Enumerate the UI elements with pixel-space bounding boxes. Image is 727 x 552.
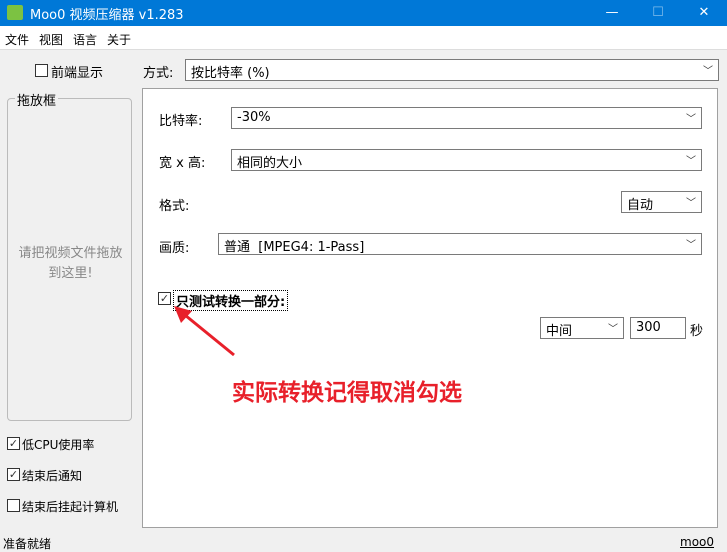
app-logo-icon <box>7 5 23 20</box>
notify-checkbox[interactable]: ✓ <box>7 468 20 481</box>
mode-value: 按比特率 (%) <box>191 66 270 81</box>
drop-hint: 请把视频文件拖放到这里! <box>18 246 123 281</box>
test-position-value: 中间 <box>546 324 573 339</box>
chevron-down-icon: ﹀ <box>686 156 696 167</box>
test-partial-checkbox[interactable]: ✓ <box>158 292 171 305</box>
bitrate-label: 比特率: <box>159 114 203 129</box>
moo0-link[interactable]: moo0 <box>680 535 714 549</box>
mode-select[interactable]: 按比特率 (%) ﹀ <box>185 59 719 81</box>
quality-value: 普通 [MPEG4: 1-Pass] <box>224 240 365 255</box>
drop-box[interactable]: 拖放框 请把视频文件拖放到这里! <box>7 90 132 421</box>
test-seconds-input[interactable]: 300 <box>630 317 686 339</box>
chevron-down-icon: ﹀ <box>608 324 618 335</box>
menu-view[interactable]: 视图 <box>39 31 63 48</box>
format-label: 格式: <box>159 199 190 214</box>
menu-language[interactable]: 语言 <box>73 31 97 48</box>
low-cpu-checkbox[interactable]: ✓ <box>7 437 20 450</box>
menu-file[interactable]: 文件 <box>5 31 29 48</box>
menu-bar: 文件 视图 语言 关于 <box>0 26 727 50</box>
size-value: 相同的大小 <box>237 156 303 171</box>
size-select[interactable]: 相同的大小 ﹀ <box>231 149 702 171</box>
chevron-down-icon: ﹀ <box>703 66 713 77</box>
quality-select[interactable]: 普通 [MPEG4: 1-Pass] ﹀ <box>218 233 702 255</box>
notify-label: 结束后通知 <box>22 469 83 483</box>
front-display-checkbox[interactable] <box>35 64 48 77</box>
suspend-checkbox[interactable] <box>7 499 20 512</box>
size-label: 宽 x 高: <box>159 156 206 171</box>
quality-label: 画质: <box>159 241 190 256</box>
title-bar: Moo0 视频压缩器 v1.283 — ☐ ✕ <box>0 0 727 26</box>
status-text: 准备就绪 <box>3 537 52 551</box>
low-cpu-label: 低CPU使用率 <box>22 438 95 452</box>
format-value: 自动 <box>627 198 654 213</box>
menu-about[interactable]: 关于 <box>107 31 131 48</box>
minimize-button[interactable]: — <box>589 0 635 26</box>
chevron-down-icon: ﹀ <box>686 114 696 125</box>
annotation-text: 实际转换记得取消勾选 <box>232 380 462 406</box>
suspend-label: 结束后挂起计算机 <box>22 500 119 514</box>
front-display-label: 前端显示 <box>51 66 104 81</box>
window-title: Moo0 视频压缩器 v1.283 <box>30 8 184 23</box>
bitrate-select[interactable]: -30% ﹀ <box>231 107 702 129</box>
chevron-down-icon: ﹀ <box>686 198 696 209</box>
drop-box-title: 拖放框 <box>15 90 59 109</box>
test-position-select[interactable]: 中间 ﹀ <box>540 317 624 339</box>
arrow-annotation-icon <box>174 306 235 357</box>
format-select[interactable]: 自动 ﹀ <box>621 191 702 213</box>
bitrate-value: -30% <box>237 110 271 125</box>
close-button[interactable]: ✕ <box>681 0 727 26</box>
maximize-button[interactable]: ☐ <box>635 0 681 26</box>
chevron-down-icon: ﹀ <box>686 240 696 251</box>
mode-label: 方式: <box>143 66 174 81</box>
seconds-unit: 秒 <box>690 324 704 339</box>
